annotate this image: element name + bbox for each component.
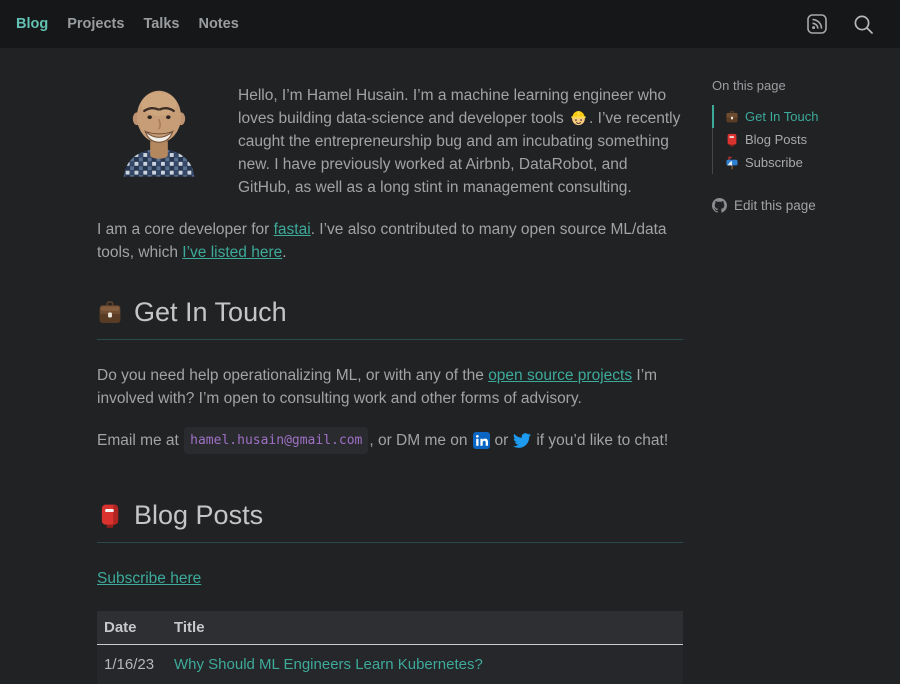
core-dev-paragraph: I am a core developer for fastai. I’ve a… — [97, 218, 683, 264]
subscribe-paragraph: Subscribe here — [97, 567, 683, 590]
postbox-icon — [725, 133, 739, 147]
toc-item-subscribe[interactable]: Subscribe — [713, 151, 880, 174]
email-text-4: if you’d like to chat! — [536, 429, 668, 452]
email-text-2: , or DM me on — [369, 429, 467, 452]
core-dev-text-1: I am a core developer for — [97, 221, 274, 238]
post-title-link[interactable]: Why Should ML Engineers Learn Kubernetes… — [174, 656, 483, 673]
mailbox-icon — [725, 156, 739, 170]
title-column-header: Title — [167, 611, 683, 645]
consult-text-1: Do you need help operationalizing ML, or… — [97, 367, 488, 384]
intro-paragraph: Hello, I’m Hamel Husain. I’m a machine l… — [97, 84, 683, 199]
edit-this-page-link[interactable]: Edit this page — [712, 198, 880, 213]
toc-item-blog-posts[interactable]: Blog Posts — [713, 128, 880, 151]
toc-heading: On this page — [712, 78, 880, 93]
listed-here-link[interactable]: I’ve listed here — [182, 244, 282, 261]
profile-photo — [108, 82, 210, 177]
postbox-icon — [97, 503, 123, 529]
toc-sidebar: On this page Get In Touch — [712, 48, 880, 684]
toc-label: Get In Touch — [745, 109, 818, 124]
github-icon — [712, 198, 727, 213]
briefcase-icon — [725, 110, 739, 124]
construction-worker-emoji — [570, 109, 587, 126]
nav-item-notes[interactable]: Notes — [198, 16, 238, 32]
subscribe-here-link[interactable]: Subscribe here — [97, 570, 201, 587]
toc-item-get-in-touch[interactable]: Get In Touch — [712, 105, 880, 128]
main-content: Hello, I’m Hamel Husain. I’m a machine l… — [97, 48, 683, 684]
nav-icon-group — [807, 14, 884, 35]
blog-posts-heading: Blog Posts — [97, 500, 683, 543]
twitter-icon[interactable] — [513, 433, 531, 448]
email-text-1: Email me at — [97, 429, 179, 452]
nav-item-talks[interactable]: Talks — [143, 16, 179, 32]
nav-item-projects[interactable]: Projects — [67, 16, 124, 32]
toc-list: Get In Touch Blog Posts — [712, 105, 880, 174]
nav-items: Blog Projects Talks Notes — [16, 16, 239, 32]
table-header-row: Date Title — [97, 611, 683, 645]
toc-label: Subscribe — [745, 155, 803, 170]
date-column-header: Date — [97, 611, 167, 645]
nav-item-blog[interactable]: Blog — [16, 16, 48, 32]
rss-icon[interactable] — [807, 14, 827, 34]
core-dev-text-3: . — [282, 244, 286, 261]
blog-posts-title: Blog Posts — [134, 500, 263, 531]
email-paragraph: Email me at hamel.husain@gmail.com, or D… — [97, 427, 683, 454]
search-icon[interactable] — [853, 14, 874, 35]
post-date: 1/16/23 — [97, 645, 167, 684]
briefcase-icon — [97, 300, 123, 326]
consulting-paragraph: Do you need help operationalizing ML, or… — [97, 364, 683, 410]
linkedin-icon[interactable] — [473, 432, 490, 449]
table-row: 1/16/23 Why Should ML Engineers Learn Ku… — [97, 645, 683, 684]
toc-label: Blog Posts — [745, 132, 807, 147]
get-in-touch-heading: Get In Touch — [97, 297, 683, 340]
fastai-link[interactable]: fastai — [274, 221, 311, 238]
page-body: Hello, I’m Hamel Husain. I’m a machine l… — [0, 48, 900, 684]
blog-posts-table: Date Title 1/16/23 Why Should ML Enginee… — [97, 611, 683, 684]
email-address-link[interactable]: hamel.husain@gmail.com — [184, 427, 368, 454]
edit-this-page-label: Edit this page — [734, 198, 816, 213]
get-in-touch-title: Get In Touch — [134, 297, 287, 328]
open-source-projects-link[interactable]: open source projects — [488, 367, 632, 384]
email-text-3: or — [495, 429, 509, 452]
navbar: Blog Projects Talks Notes — [0, 0, 900, 48]
